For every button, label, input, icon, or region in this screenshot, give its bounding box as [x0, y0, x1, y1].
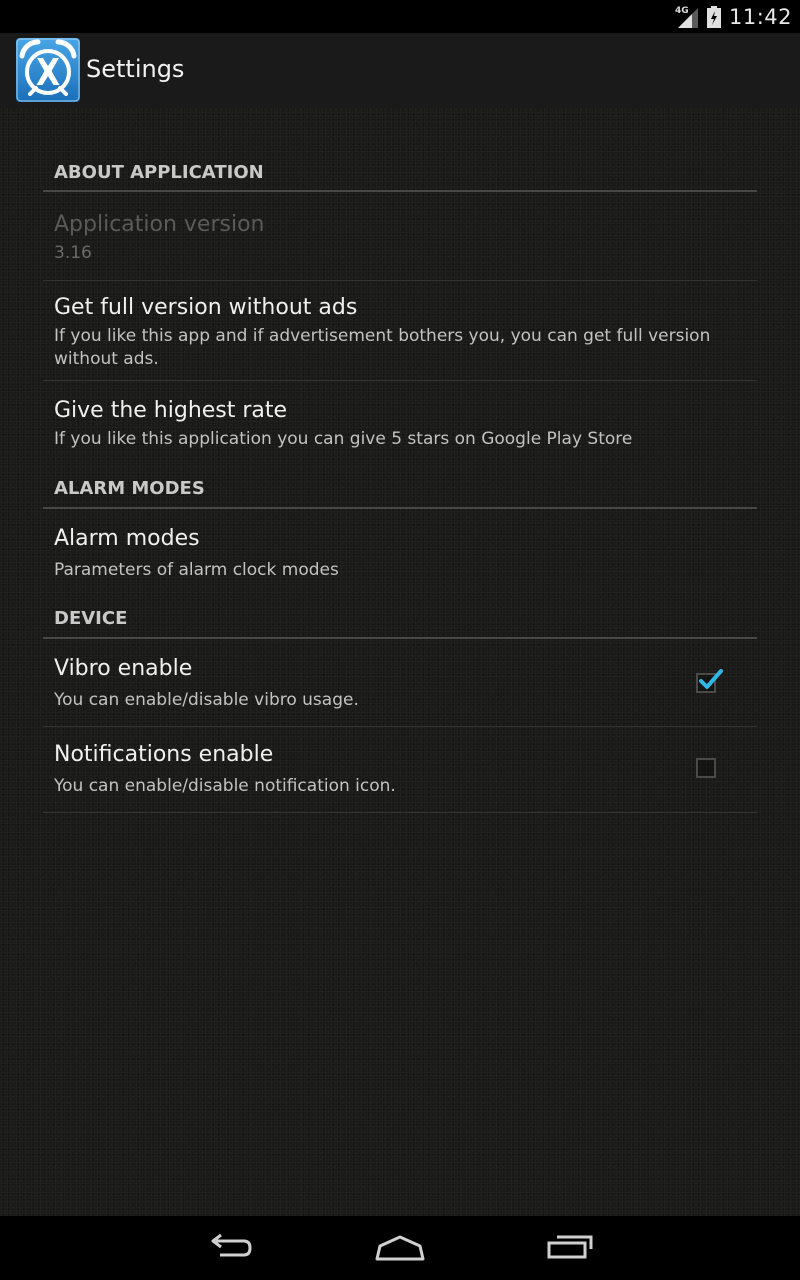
signal-icon: 4G	[675, 5, 699, 29]
pref-title: Alarm modes	[54, 526, 200, 551]
pref-summary: You can enable/disable notification icon…	[54, 776, 396, 796]
recents-icon	[547, 1235, 593, 1259]
recents-button[interactable]	[530, 1226, 610, 1270]
category-alarm-modes: ALARM MODES	[43, 478, 757, 499]
pref-title: Notifications enable	[54, 742, 274, 767]
settings-screen: 4G 11:42 Settings ABOUT APPLICATION Appl…	[0, 0, 800, 1280]
home-button[interactable]	[360, 1226, 440, 1270]
pref-title: Application version	[54, 212, 265, 237]
back-button[interactable]	[190, 1226, 270, 1270]
status-time: 11:42	[728, 4, 792, 29]
home-icon	[375, 1235, 425, 1261]
pref-vibro-enable[interactable]: Vibro enable You can enable/disable vibr…	[43, 639, 757, 726]
action-bar: Settings	[0, 33, 800, 108]
check-mark-icon	[699, 669, 723, 689]
status-icons: 4G 11:42	[675, 0, 792, 33]
pref-summary: If you like this app and if advertisemen…	[54, 326, 711, 369]
pref-title: Get full version without ads	[54, 295, 358, 320]
pref-notifications-enable[interactable]: Notifications enable You can enable/disa…	[43, 727, 757, 812]
pref-title: Vibro enable	[54, 656, 193, 681]
vibro-checkbox[interactable]	[696, 669, 723, 693]
pref-get-full-version[interactable]: Get full version without ads If you like…	[43, 281, 757, 380]
pref-alarm-modes[interactable]: Alarm modes Parameters of alarm clock mo…	[43, 509, 757, 597]
divider	[43, 812, 757, 813]
notifications-checkbox[interactable]	[696, 758, 716, 778]
pref-summary: Parameters of alarm clock modes	[54, 560, 339, 580]
category-title-about: ABOUT APPLICATION	[54, 162, 264, 183]
pref-title: Give the highest rate	[54, 398, 288, 423]
category-about: ABOUT APPLICATION	[43, 162, 757, 183]
pref-give-highest-rate[interactable]: Give the highest rate If you like this a…	[43, 381, 757, 466]
alarm-clock-x-icon[interactable]	[16, 38, 80, 102]
page-title: Settings	[86, 55, 185, 83]
pref-summary: If you like this application you can giv…	[54, 429, 633, 449]
status-bar: 4G 11:42	[0, 0, 800, 33]
category-title-alarm-modes: ALARM MODES	[54, 478, 205, 499]
back-icon	[211, 1233, 252, 1257]
navigation-bar	[0, 1216, 800, 1280]
pref-summary: You can enable/disable vibro usage.	[54, 690, 359, 710]
category-device: DEVICE	[43, 608, 757, 629]
category-title-device: DEVICE	[54, 608, 128, 629]
pref-summary: 3.16	[54, 243, 92, 263]
battery-icon	[706, 5, 721, 28]
pref-application-version: Application version 3.16	[43, 192, 757, 280]
